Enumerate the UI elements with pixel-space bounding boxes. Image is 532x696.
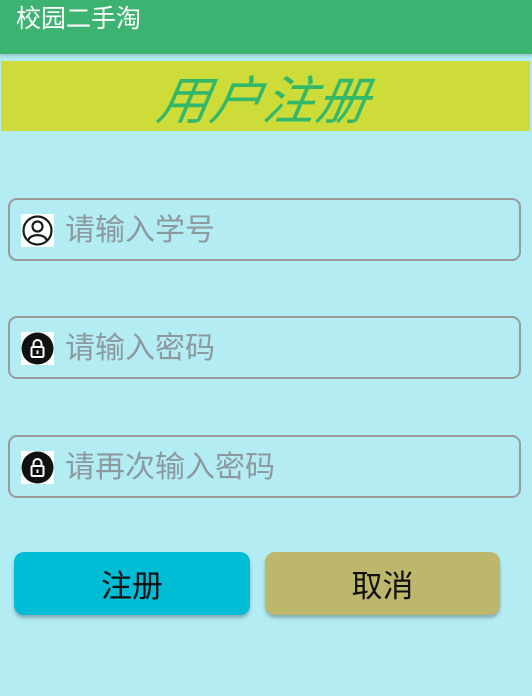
password-field[interactable] <box>8 316 521 379</box>
confirm-password-field[interactable] <box>8 435 521 498</box>
student-id-input[interactable] <box>65 205 505 255</box>
student-id-field[interactable] <box>8 198 521 261</box>
app-title: 校园二手淘 <box>16 4 142 33</box>
confirm-password-input[interactable] <box>65 442 505 492</box>
app-bar: 校园二手淘 <box>0 0 532 54</box>
user-icon <box>21 214 54 247</box>
register-button[interactable]: 注册 <box>14 552 250 615</box>
lock-icon <box>21 332 54 365</box>
password-input[interactable] <box>65 323 505 373</box>
cancel-button[interactable]: 取消 <box>265 552 500 615</box>
page-title: 用户注册 <box>153 71 376 132</box>
page-banner: 用户注册 <box>1 61 530 132</box>
lock-icon <box>21 451 54 484</box>
